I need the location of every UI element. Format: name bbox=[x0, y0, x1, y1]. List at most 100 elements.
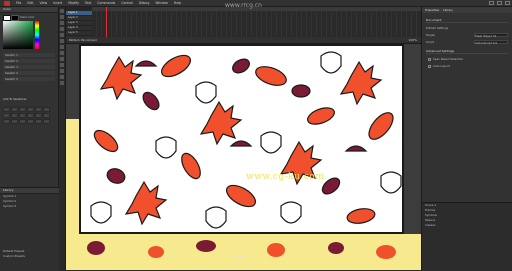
tool-icon[interactable] bbox=[35, 107, 42, 112]
checkbox-row[interactable]: Auto Layout bbox=[428, 64, 508, 68]
target-field[interactable]: Flash Player 32 bbox=[474, 33, 508, 38]
tool-icon[interactable] bbox=[11, 107, 18, 112]
tab-library[interactable]: Library bbox=[443, 7, 453, 13]
checkbox-label: Auto Layout bbox=[433, 64, 450, 68]
pen-tool-icon[interactable] bbox=[60, 27, 64, 31]
tool-icon[interactable] bbox=[27, 119, 34, 124]
eraser-icon[interactable] bbox=[60, 69, 64, 73]
menu-insert[interactable]: Insert bbox=[53, 1, 62, 5]
tool-icon[interactable] bbox=[3, 119, 10, 124]
scene-label[interactable]: Pattern 09-cut.psd bbox=[69, 38, 97, 42]
tools-grid bbox=[3, 107, 55, 124]
tool-icon[interactable] bbox=[35, 113, 42, 118]
menu-modify[interactable]: Modify bbox=[68, 1, 79, 5]
left-panel: Color Solid color Swatch 1 Swatch 2 Swat… bbox=[0, 7, 59, 271]
stage[interactable]: www.cg-ku.com bbox=[66, 44, 421, 270]
menu-edit[interactable]: Edit bbox=[27, 1, 33, 5]
swatch-list: Swatch 1 Swatch 2 Swatch 3 Swatch 4 Swat… bbox=[3, 53, 55, 91]
tool-icon[interactable] bbox=[3, 113, 10, 118]
tool-icon[interactable] bbox=[27, 113, 34, 118]
tool-icon[interactable] bbox=[3, 107, 10, 112]
checkbox-row[interactable]: Span Based Selection bbox=[428, 57, 508, 61]
hand-tool-icon[interactable] bbox=[60, 75, 64, 79]
menu-help[interactable]: Help bbox=[174, 1, 181, 5]
paint-bucket-icon[interactable] bbox=[60, 57, 64, 61]
tool-icon[interactable] bbox=[19, 119, 26, 124]
layer-list: Layer 1 Layer 2 Layer 3 Layer 4 Layer 5 bbox=[66, 11, 92, 37]
menu-text[interactable]: Text bbox=[85, 1, 91, 5]
watermark-top: www.rrcg.cn bbox=[225, 2, 262, 9]
selection-tool-icon[interactable] bbox=[60, 9, 64, 13]
menu-control[interactable]: Control bbox=[121, 1, 133, 5]
minimize-icon[interactable] bbox=[489, 1, 494, 5]
tool-icon[interactable] bbox=[35, 119, 42, 124]
line-tool-icon[interactable] bbox=[60, 39, 64, 43]
eyedropper-icon[interactable] bbox=[60, 63, 64, 67]
playhead[interactable] bbox=[106, 7, 107, 37]
tool-icon[interactable] bbox=[11, 119, 18, 124]
tab-properties[interactable]: Properties bbox=[425, 7, 439, 13]
scene-panel: Scene 1 Frames Symbols Tweens Classes bbox=[422, 202, 512, 271]
list-item[interactable]: Swatch 5 bbox=[3, 77, 55, 81]
property-label[interactable]: Publish Settings bbox=[426, 26, 448, 30]
tool-icon[interactable] bbox=[11, 113, 18, 118]
list-item[interactable]: Symbol 3 bbox=[0, 204, 59, 209]
maximize-icon[interactable] bbox=[497, 1, 502, 5]
property-row: Target Flash Player 32 bbox=[426, 33, 508, 38]
color-picker-field[interactable] bbox=[3, 21, 33, 49]
brush-tool-icon[interactable] bbox=[60, 51, 64, 55]
list-item[interactable]: Classes bbox=[422, 223, 512, 228]
menu-file[interactable]: File bbox=[16, 1, 21, 5]
zoom-tool-icon[interactable] bbox=[60, 81, 64, 85]
script-field[interactable]: ActionScript 3.0 bbox=[474, 40, 508, 45]
window-controls bbox=[489, 1, 510, 5]
property-label: Script bbox=[426, 40, 435, 44]
pasteboard-fill bbox=[66, 234, 421, 270]
advanced-settings-button[interactable]: Advanced Settings bbox=[426, 49, 508, 54]
tool-icon[interactable] bbox=[43, 107, 50, 112]
frame-grid[interactable] bbox=[92, 11, 421, 37]
properties-panel: Properties Library Document Publish Sett… bbox=[421, 7, 512, 271]
tool-icon[interactable] bbox=[43, 119, 50, 124]
add-to-swatches-button[interactable]: Add To Swatches bbox=[3, 97, 27, 101]
pattern-preview bbox=[87, 240, 396, 259]
property-row: Script ActionScript 3.0 bbox=[426, 40, 508, 45]
watermark-bottom: 人人素材 bbox=[230, 255, 246, 260]
properties-tabs: Properties Library bbox=[422, 7, 512, 13]
watermark-text: www.cg-ku.com bbox=[246, 172, 325, 182]
menu-debug[interactable]: Debug bbox=[139, 1, 149, 5]
zoom-level[interactable]: 100% bbox=[408, 37, 417, 44]
list-item[interactable]: Custom Presets bbox=[0, 254, 59, 259]
hue-slider[interactable] bbox=[35, 21, 39, 49]
list-item[interactable]: Swatch 4 bbox=[3, 71, 55, 75]
artboard[interactable] bbox=[79, 44, 404, 234]
checkbox-label: Span Based Selection bbox=[433, 57, 464, 61]
list-item[interactable]: Swatch 3 bbox=[3, 65, 55, 69]
property-row: Publish Settings bbox=[426, 26, 508, 30]
checkbox[interactable] bbox=[428, 57, 431, 61]
tool-icon[interactable] bbox=[27, 107, 34, 112]
checkbox[interactable] bbox=[428, 64, 431, 68]
color-panel-header: Color bbox=[0, 7, 58, 13]
app-logo-icon bbox=[4, 0, 10, 6]
document-section: Document bbox=[426, 18, 508, 23]
free-transform-icon[interactable] bbox=[60, 21, 64, 25]
menu-window[interactable]: Window bbox=[155, 1, 168, 5]
tool-icon[interactable] bbox=[19, 107, 26, 112]
rectangle-tool-icon[interactable] bbox=[60, 45, 64, 49]
library-panel: Library Symbol 1 Symbol 2 Symbol 3 Defau… bbox=[0, 187, 59, 271]
close-icon[interactable] bbox=[505, 1, 510, 5]
list-item[interactable]: Swatch 2 bbox=[3, 59, 55, 63]
stage-header: Pattern 09-cut.psd 100% bbox=[66, 37, 421, 44]
leaf-pattern-artwork[interactable] bbox=[81, 46, 404, 234]
subselect-tool-icon[interactable] bbox=[60, 15, 64, 19]
menu-commands[interactable]: Commands bbox=[97, 1, 115, 5]
menu-view[interactable]: View bbox=[40, 1, 48, 5]
tool-icon[interactable] bbox=[43, 113, 50, 118]
fill-type-label[interactable]: Solid color bbox=[20, 15, 35, 19]
text-tool-icon[interactable] bbox=[60, 33, 64, 37]
timeline-panel: Layer 1 Layer 2 Layer 3 Layer 4 Layer 5 bbox=[66, 7, 421, 38]
layer-row[interactable]: Layer 5 bbox=[66, 31, 92, 36]
tool-icon[interactable] bbox=[19, 113, 26, 118]
list-item[interactable]: Swatch 1 bbox=[3, 53, 55, 57]
